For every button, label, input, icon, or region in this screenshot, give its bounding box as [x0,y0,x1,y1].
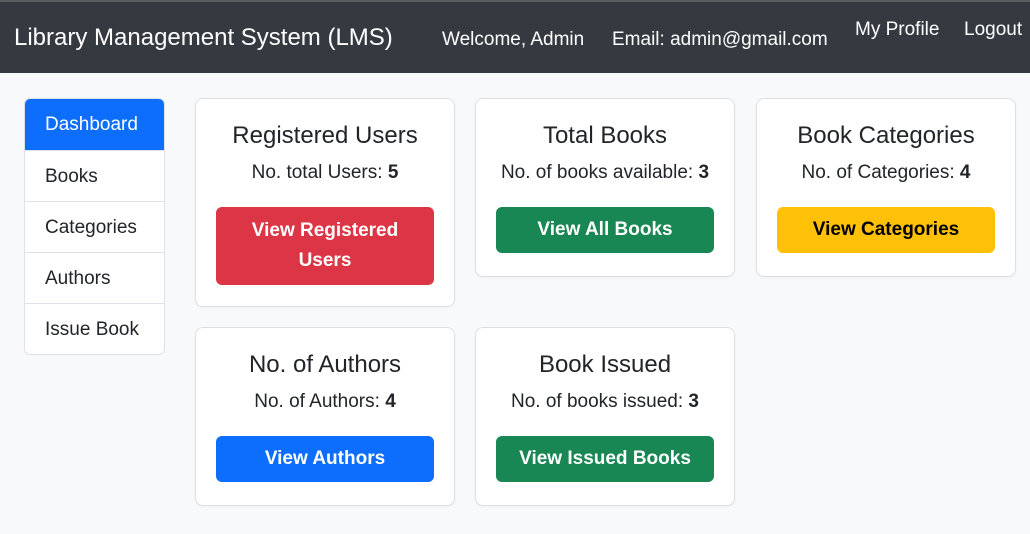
card-stat: No. of Authors: 4 [196,390,454,414]
stat-label: No. of Authors: [254,391,386,412]
stat-label: No. total Users: [251,162,388,183]
sidebar-item-dashboard[interactable]: Dashboard [25,99,164,150]
stat-value: 4 [385,391,396,412]
sidebar-item-categories[interactable]: Categories [25,201,164,252]
welcome-text: Welcome, Admin [442,29,585,50]
card-stat: No. of Categories: 4 [757,161,1015,185]
authors-card: No. of Authors No. of Authors: 4 View Au… [195,327,455,506]
top-navbar: Library Management System (LMS) Welcome,… [0,0,1030,73]
total-books-card: Total Books No. of books available: 3 Vi… [475,98,735,277]
view-authors-button[interactable]: View Authors [216,436,434,482]
sidebar-item-books[interactable]: Books [25,150,164,201]
stat-label: No. of Categories: [801,162,960,183]
stat-label: No. of books issued: [510,391,689,412]
stat-value: 3 [698,162,710,183]
stat-value: 3 [688,391,699,412]
stat-value: 5 [387,162,399,183]
card-title: Registered Users [232,122,418,149]
my-profile-link[interactable]: My Profile [855,19,939,41]
card-stat: No. of books issued: 3 [476,390,734,414]
card-title: Book Categories [797,122,975,149]
view-issued-books-button[interactable]: View Issued Books [496,436,714,482]
view-registered-users-button[interactable]: View Registered Users [216,207,434,285]
card-stat: No. total Users: 5 [196,161,454,185]
view-all-books-button[interactable]: View All Books [496,207,714,253]
email-text: Email: admin@gmail.com [612,29,828,50]
registered-users-card: Registered Users No. total Users: 5 View… [195,98,455,307]
app-brand[interactable]: Library Management System (LMS) [14,24,393,52]
book-categories-card: Book Categories No. of Categories: 4 Vie… [756,98,1016,277]
sidebar-item-authors[interactable]: Authors [25,252,164,303]
sidebar-item-issue-book[interactable]: Issue Book [25,303,164,354]
sidebar-nav: Dashboard Books Categories Authors Issue… [24,98,165,355]
book-issued-card: Book Issued No. of books issued: 3 View … [475,327,735,506]
logout-link[interactable]: Logout [964,19,1022,41]
card-title: Book Issued [538,351,672,378]
view-categories-button[interactable]: View Categories [777,207,995,253]
card-title: Total Books [542,122,668,149]
stat-label: No. of books available: [500,162,699,183]
stat-value: 4 [959,162,971,183]
card-title: No. of Authors [248,351,402,378]
card-stat: No. of books available: 3 [476,161,734,185]
